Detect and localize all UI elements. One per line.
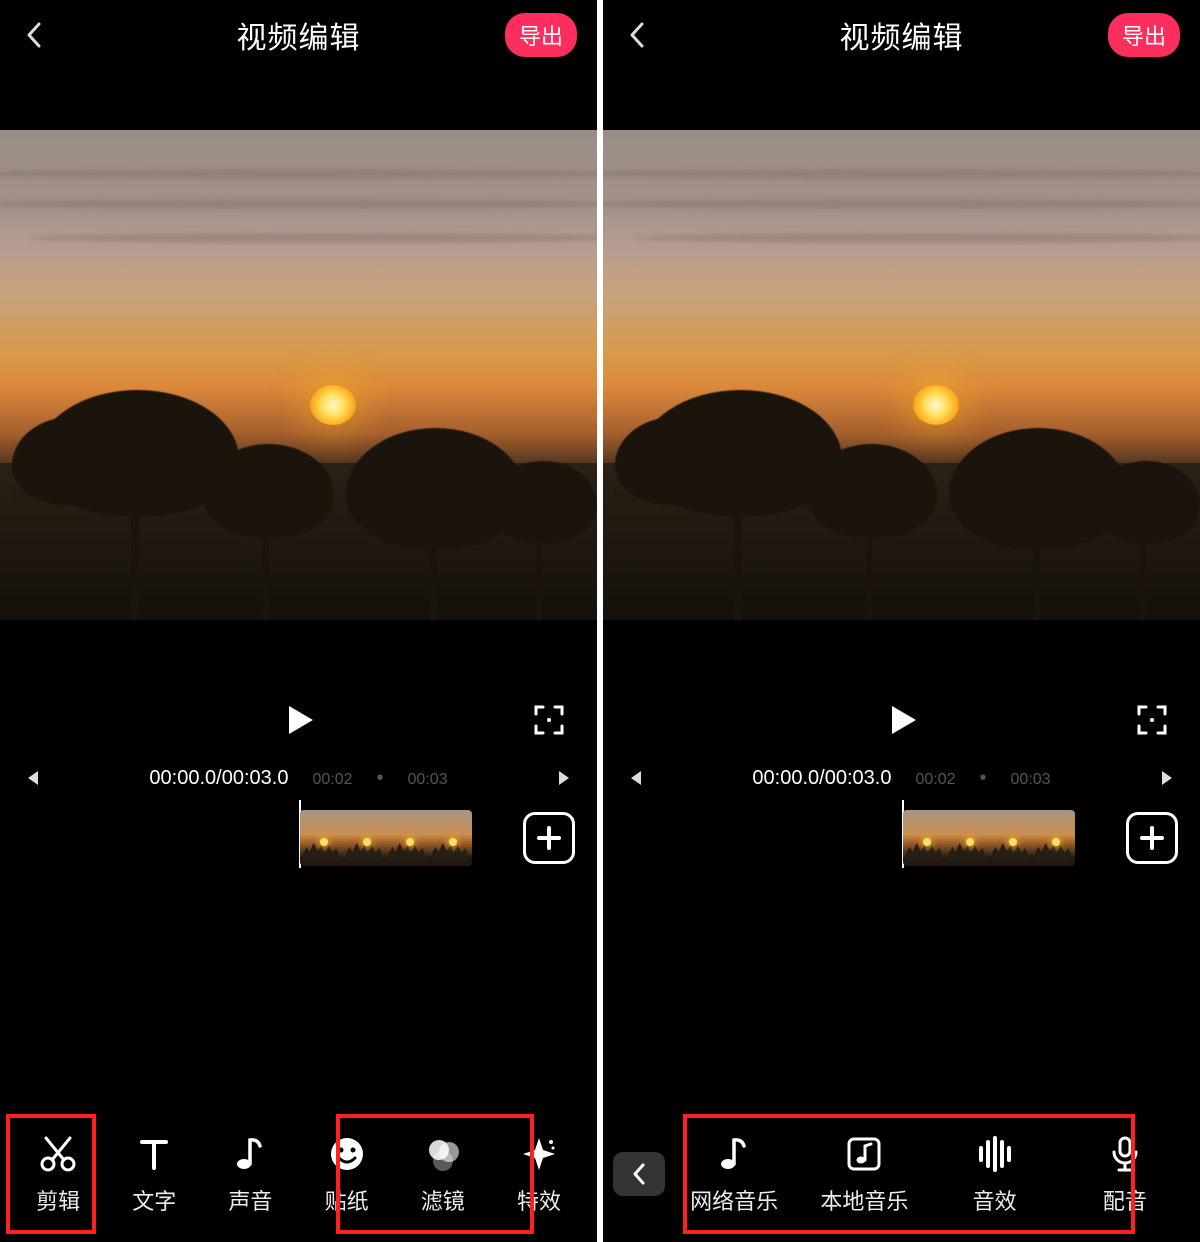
- fullscreen-icon: [1137, 705, 1167, 735]
- tool-voiceover[interactable]: 配音: [1060, 1132, 1190, 1216]
- tool-label: 配音: [1103, 1184, 1147, 1216]
- video-preview[interactable]: [603, 130, 1200, 620]
- clip-thumbnail: [429, 810, 472, 866]
- tool-bar: 剪辑 文字 声音 贴纸 滤镜 特效: [0, 1116, 597, 1242]
- play-button[interactable]: [879, 697, 925, 743]
- clip-track[interactable]: [603, 802, 1200, 882]
- back-button[interactable]: [623, 21, 651, 49]
- time-tick: 00:03: [408, 771, 448, 789]
- tool-online-music[interactable]: 网络音乐: [669, 1132, 799, 1216]
- clip-thumbnail: [946, 810, 989, 866]
- seek-end-button[interactable]: [553, 766, 577, 790]
- clip-thumbnail: [300, 810, 343, 866]
- smiley-icon: [327, 1134, 367, 1174]
- playback-controls: [603, 680, 1200, 760]
- time-current: 00:00.0: [149, 767, 216, 789]
- clip-thumbnail: [343, 810, 386, 866]
- seek-end-button[interactable]: [1156, 766, 1180, 790]
- preview-image: [603, 130, 1200, 620]
- tool-bar-sound: 网络音乐 本地音乐 音效 配音: [603, 1116, 1200, 1242]
- music-note-icon: [714, 1134, 754, 1174]
- clip-thumbnails[interactable]: [903, 810, 1075, 866]
- skip-start-icon: [23, 769, 41, 787]
- clip-thumbnail: [386, 810, 429, 866]
- fullscreen-button[interactable]: [1132, 700, 1172, 740]
- music-note-icon: [230, 1134, 270, 1174]
- time-total: 00:03.0: [825, 767, 892, 789]
- phone-left: 视频编辑 导出: [0, 0, 597, 1242]
- tool-filter[interactable]: 滤镜: [395, 1132, 491, 1216]
- play-icon: [884, 702, 920, 738]
- clip-thumbnail: [903, 810, 946, 866]
- timeline-readout: 00:00.0/00:03.0 00:02 • 00:03: [0, 760, 597, 796]
- tool-label: 滤镜: [421, 1184, 465, 1216]
- clip-thumbnail: [989, 810, 1032, 866]
- scissors-icon: [38, 1134, 78, 1174]
- plus-icon: [1138, 824, 1166, 852]
- tool-local-music[interactable]: 本地音乐: [799, 1132, 929, 1216]
- chevron-left-icon: [629, 22, 645, 48]
- clip-track[interactable]: [0, 802, 597, 882]
- playback-controls: [0, 680, 597, 760]
- tool-edit[interactable]: 剪辑: [10, 1132, 106, 1216]
- text-icon: [134, 1134, 174, 1174]
- video-preview[interactable]: [0, 130, 597, 620]
- microphone-icon: [1105, 1134, 1145, 1174]
- chevron-left-icon: [631, 1162, 647, 1186]
- tool-label: 声音: [228, 1184, 272, 1216]
- toolbar-back-button[interactable]: [613, 1152, 665, 1196]
- overlap-circles-icon: [423, 1134, 463, 1174]
- time-total: 00:03.0: [222, 767, 289, 789]
- magic-wand-icon: [519, 1134, 559, 1174]
- top-bar: 视频编辑 导出: [0, 0, 597, 70]
- tool-label: 本地音乐: [820, 1184, 908, 1216]
- time-current: 00:00.0: [752, 767, 819, 789]
- skip-end-icon: [556, 769, 574, 787]
- chevron-left-icon: [26, 22, 42, 48]
- export-button[interactable]: 导出: [505, 13, 577, 57]
- tool-label: 网络音乐: [690, 1184, 778, 1216]
- add-clip-button[interactable]: [1126, 812, 1178, 864]
- export-button[interactable]: 导出: [1108, 13, 1180, 57]
- clip-thumbnail: [1032, 810, 1075, 866]
- tool-effect[interactable]: 特效: [491, 1132, 587, 1216]
- tool-label: 音效: [973, 1184, 1017, 1216]
- back-button[interactable]: [20, 21, 48, 49]
- play-icon: [281, 702, 317, 738]
- time-tick: 00:02: [915, 771, 955, 789]
- top-bar: 视频编辑 导出: [603, 0, 1200, 70]
- tool-text[interactable]: 文字: [106, 1132, 202, 1216]
- skip-start-icon: [626, 769, 644, 787]
- tool-label: 特效: [517, 1184, 561, 1216]
- tool-sticker[interactable]: 贴纸: [299, 1132, 395, 1216]
- time-tick: 00:02: [312, 771, 352, 789]
- tool-label: 贴纸: [325, 1184, 369, 1216]
- play-button[interactable]: [276, 697, 322, 743]
- waveform-icon: [975, 1134, 1015, 1174]
- clip-thumbnails[interactable]: [300, 810, 472, 866]
- tool-label: 剪辑: [36, 1184, 80, 1216]
- time-tick: 00:03: [1011, 771, 1051, 789]
- fullscreen-button[interactable]: [529, 700, 569, 740]
- skip-end-icon: [1159, 769, 1177, 787]
- timeline-readout: 00:00.0/00:03.0 00:02 • 00:03: [603, 760, 1200, 796]
- tool-sound[interactable]: 声音: [202, 1132, 298, 1216]
- tool-label: 文字: [132, 1184, 176, 1216]
- plus-icon: [535, 824, 563, 852]
- seek-start-button[interactable]: [20, 766, 44, 790]
- tool-sfx[interactable]: 音效: [930, 1132, 1060, 1216]
- music-frame-icon: [844, 1134, 884, 1174]
- phone-right: 视频编辑 导出: [603, 0, 1200, 1242]
- seek-start-button[interactable]: [623, 766, 647, 790]
- fullscreen-icon: [534, 705, 564, 735]
- add-clip-button[interactable]: [523, 812, 575, 864]
- preview-image: [0, 130, 597, 620]
